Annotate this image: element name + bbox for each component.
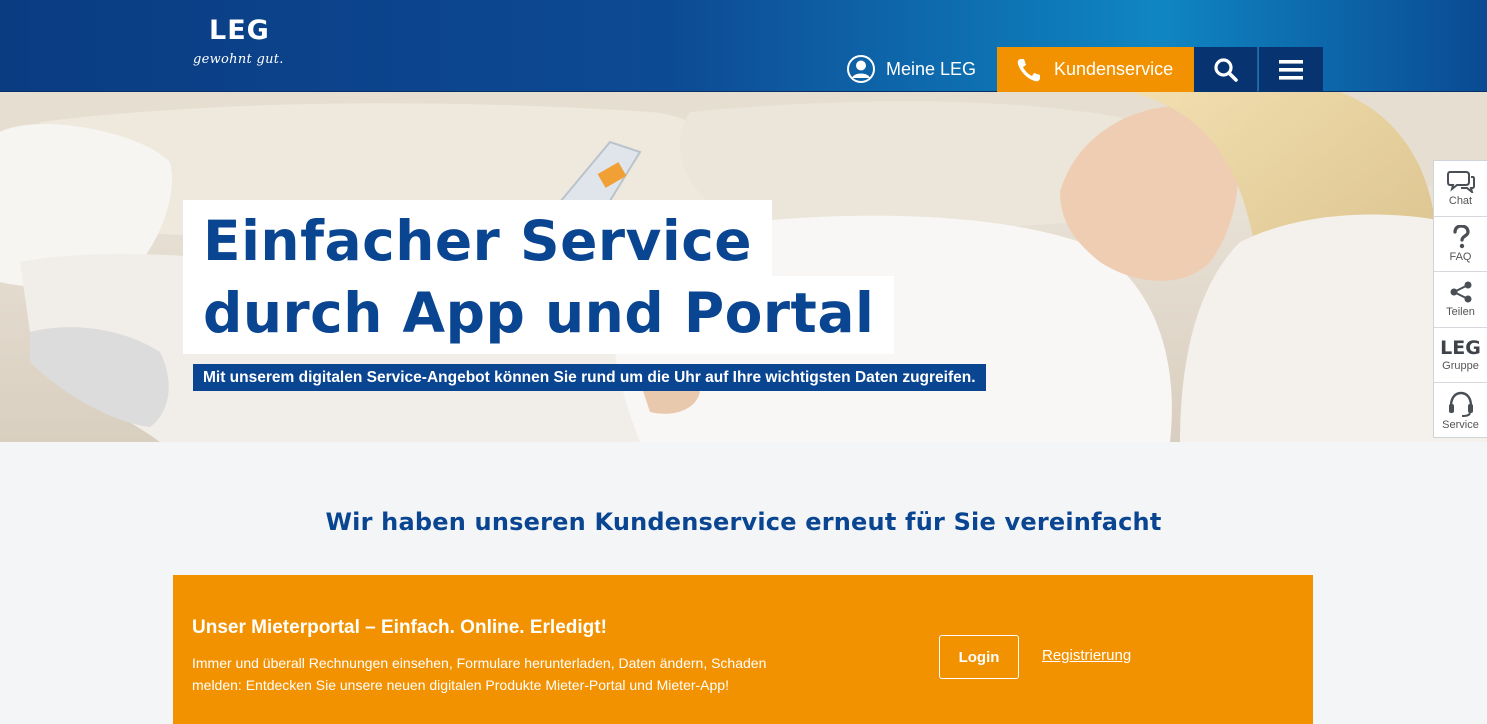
sidebar-label-chat: Chat <box>1448 195 1473 208</box>
search-icon <box>1213 57 1238 82</box>
logo-claim: gewohnt gut. <box>193 52 284 67</box>
hero-banner: Einfacher Service durch App und Portal M… <box>0 92 1487 442</box>
side-toolbar: Chat FAQ Teilen LEG Gruppe Service <box>1433 160 1487 438</box>
promo-text: Immer und überall Rechnungen einsehen, F… <box>192 655 767 693</box>
headset-icon <box>1448 391 1473 418</box>
sidebar-label-faq: FAQ <box>1449 250 1472 263</box>
question-icon <box>1452 224 1470 249</box>
hero-subtitle: Mit unserem digitalen Service-Angebot kö… <box>193 364 986 391</box>
registrierung-link[interactable]: Registrierung <box>1042 647 1131 664</box>
sidebar-item-chat[interactable]: Chat <box>1434 161 1487 217</box>
hamburger-menu-icon <box>1279 59 1303 80</box>
hero-title-line-2: durch App und Portal <box>183 276 895 354</box>
search-button[interactable] <box>1194 47 1258 92</box>
sidebar-label-teilen: Teilen <box>1446 306 1475 319</box>
user-icon <box>847 55 875 83</box>
sidebar-item-teilen[interactable]: Teilen <box>1434 272 1487 328</box>
menu-button[interactable] <box>1259 47 1323 92</box>
share-icon <box>1450 281 1471 303</box>
sidebar-item-faq[interactable]: FAQ <box>1434 217 1487 273</box>
site-header: LEG gewohnt gut. Meine LEG Kundenservice <box>0 0 1487 92</box>
hero-title-line-1: Einfacher Service <box>183 200 773 278</box>
meine-leg-link[interactable]: Meine LEG <box>846 47 996 91</box>
kundenservice-label: Kundenservice <box>1054 59 1174 79</box>
sidebar-label-service: Service <box>1442 419 1479 432</box>
sidebar-item-service[interactable]: Service <box>1434 383 1487 439</box>
leg-logo[interactable]: LEG gewohnt gut. <box>193 16 303 80</box>
sidebar-item-gruppe[interactable]: LEG Gruppe <box>1434 328 1487 384</box>
login-button[interactable]: Login <box>939 635 1019 679</box>
meine-leg-label: Meine LEG <box>886 58 977 79</box>
kundenservice-button[interactable]: Kundenservice <box>997 47 1194 92</box>
leg-group-mark: LEG <box>1440 337 1481 360</box>
phone-icon <box>1017 58 1040 81</box>
section-title: Wir haben unseren Kundenservice erneut f… <box>325 508 1162 536</box>
sidebar-label-gruppe: Gruppe <box>1442 360 1479 373</box>
mieterportal-promo: Unser Mieterportal – Einfach. Online. Er… <box>173 575 1313 724</box>
promo-title: Unser Mieterportal – Einfach. Online. Er… <box>192 617 607 638</box>
chat-icon <box>1446 171 1475 194</box>
logo-mark: LEG <box>209 15 270 46</box>
